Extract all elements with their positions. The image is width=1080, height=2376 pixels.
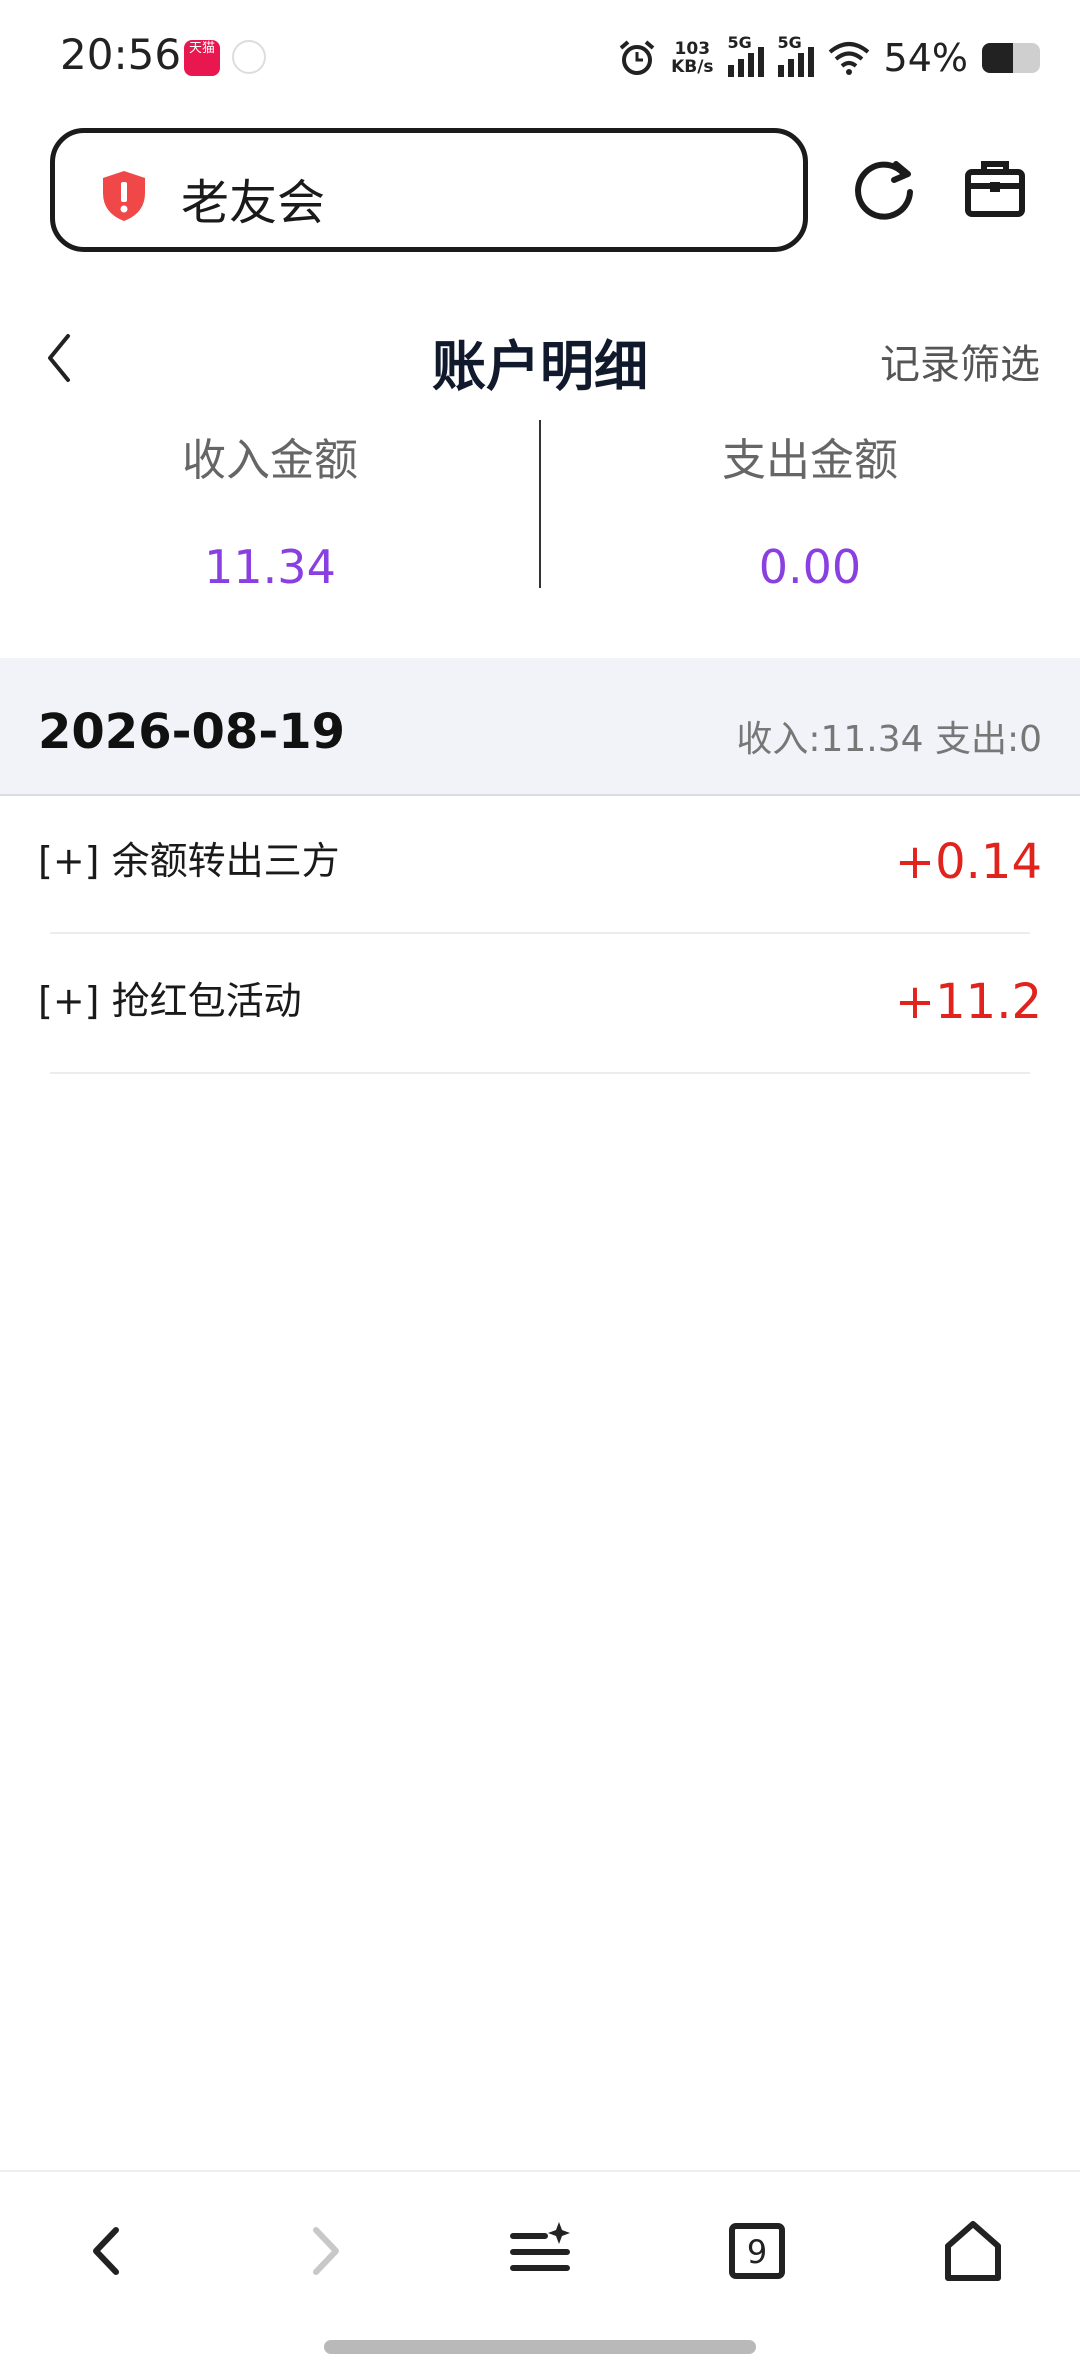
signal-sim1-icon: 5G: [727, 33, 764, 77]
toolbox-icon[interactable]: [962, 156, 1028, 222]
nav-back-icon[interactable]: [72, 2216, 142, 2286]
record-amount: +0.14: [894, 834, 1042, 890]
sim2-label: 5G: [777, 33, 802, 52]
home-icon[interactable]: [938, 2216, 1008, 2286]
network-speed-unit: KB/s: [671, 57, 714, 77]
status-bar: 20:56 天猫 103 KB/s 5G 5G 54%: [0, 0, 1080, 110]
network-speed-value: 103: [674, 39, 711, 59]
battery-icon: [982, 43, 1040, 73]
alarm-icon: [619, 40, 655, 75]
menu-icon[interactable]: [505, 2216, 575, 2286]
screen: 20:56 天猫 103 KB/s 5G 5G 54% 老友会 账户明细 记录筛…: [0, 0, 1080, 2376]
battery-percent: 54%: [883, 36, 968, 80]
tmall-app-icon: 天猫: [184, 40, 220, 76]
row-divider: [50, 932, 1030, 934]
address-text[interactable]: 老友会: [181, 163, 325, 233]
refresh-icon[interactable]: [852, 156, 918, 222]
income-value: 11.34: [204, 540, 336, 594]
address-bar[interactable]: 老友会: [50, 128, 808, 252]
expense-value: 0.00: [758, 540, 862, 594]
nav-forward-icon[interactable]: [290, 2216, 360, 2286]
status-time: 20:56: [60, 30, 182, 79]
record-filter-button[interactable]: 记录筛选: [880, 332, 1040, 390]
group-stats: 收入:11.34 支出:0: [736, 719, 1042, 760]
record-label: [+] 余额转出三方: [38, 839, 340, 883]
security-shield-icon[interactable]: [99, 169, 149, 223]
list-item[interactable]: [+] 余额转出三方 +0.14: [0, 796, 1080, 934]
income-summary: 收入金额 11.34: [0, 420, 540, 594]
browser-bottom-nav: 9: [0, 2170, 1080, 2322]
list-item[interactable]: [+] 抢红包活动 +11.2: [0, 936, 1080, 1074]
battery-fill: [982, 43, 1014, 73]
sim1-label: 5G: [727, 33, 752, 52]
group-date: 2026-08-19: [38, 704, 346, 760]
expense-label: 支出金额: [722, 435, 898, 486]
wifi-icon: [828, 42, 869, 75]
expense-summary: 支出金额 0.00: [540, 420, 1080, 594]
row-divider: [50, 1072, 1030, 1074]
tabs-icon[interactable]: 9: [722, 2216, 792, 2286]
clock-app-icon: [232, 40, 266, 74]
network-speed: 103 KB/s: [671, 40, 713, 76]
tabs-count: 9: [747, 2233, 767, 2271]
record-label: [+] 抢红包活动: [38, 979, 302, 1023]
record-amount: +11.2: [894, 974, 1042, 1030]
signal-sim2-icon: 5G: [777, 33, 814, 77]
status-icons: 103 KB/s 5G 5G 54%: [617, 28, 1040, 88]
home-indicator[interactable]: [324, 2340, 756, 2354]
tmall-badge-label: 天猫: [188, 41, 215, 56]
date-group-header: 2026-08-19 收入:11.34 支出:0: [0, 658, 1080, 796]
balance-summary: 收入金额 11.34 支出金额 0.00: [0, 420, 1080, 594]
income-label: 收入金额: [182, 435, 358, 486]
